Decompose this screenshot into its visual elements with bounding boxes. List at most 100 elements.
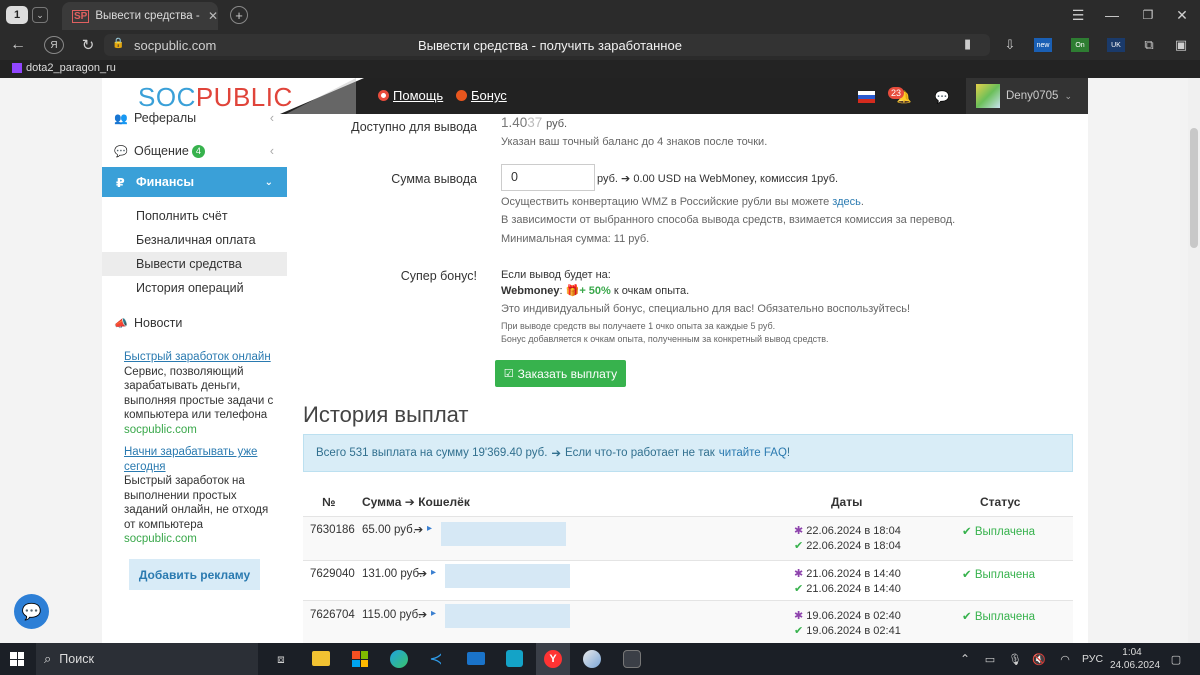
sidebar-sub-history[interactable]: История операций <box>136 276 244 300</box>
minimize-icon[interactable]: — <box>1102 6 1122 24</box>
bookmark-item[interactable]: dota2_paragon_ru <box>12 62 116 74</box>
promo2-title[interactable]: Начни зарабатывать уже сегодня <box>124 445 274 474</box>
battery-icon[interactable]: ▭ <box>982 651 998 667</box>
sum-conversion: руб. ➔ 0.00 USD на WebMoney, комиссия 1р… <box>597 172 838 185</box>
yandex-icon[interactable]: Я <box>44 36 64 54</box>
history-faq-link[interactable]: читайте FAQ! <box>719 447 790 459</box>
bonus-small-1: При выводе средств вы получаете 1 очко о… <box>501 321 776 331</box>
address-bar[interactable]: 🔒 socpublic.com Вывести средства - получ… <box>104 34 990 56</box>
extension-box-icon[interactable]: ▣ <box>1172 36 1190 54</box>
extension-on-icon[interactable]: On <box>1071 38 1089 52</box>
clock[interactable]: 1:04 24.06.2024 <box>1110 646 1160 672</box>
row-arrow-icon: ➔ <box>418 609 428 621</box>
chat-bubble-icon[interactable]: 💬 <box>934 89 950 105</box>
sidebar-sub-deposit[interactable]: Пополнить счёт <box>136 204 228 228</box>
finance-label: Финансы <box>136 175 195 189</box>
mail-icon[interactable] <box>467 652 485 665</box>
windows-start-icon[interactable] <box>10 652 24 666</box>
windows-taskbar: ⌕ Поиск ⧈ ≺ Y ⌃ ▭ 🎙 🔇 ◠ РУС 1:04 24.06.2… <box>0 643 1200 675</box>
scrollbar-thumb[interactable] <box>1190 128 1198 248</box>
search-label: Поиск <box>59 652 94 666</box>
history-title: История выплат <box>303 402 469 427</box>
extension-uk-icon[interactable]: UK <box>1107 38 1125 52</box>
help-link[interactable]: Помощь <box>378 88 443 103</box>
tab-counter[interactable]: 1 <box>6 6 28 24</box>
note-convert-link[interactable]: здесь <box>832 196 861 208</box>
app-icon[interactable] <box>506 650 523 667</box>
promo1-title[interactable]: Быстрый заработок онлайн <box>124 350 274 365</box>
vscode-icon[interactable]: ≺ <box>427 650 445 668</box>
user-menu[interactable]: Deny0705 ⌄ <box>966 78 1088 114</box>
sidebar-item-finance[interactable]: ₽ Финансы ⌄ <box>102 167 287 197</box>
extension-puzzle-icon[interactable]: ⧉ <box>1140 36 1158 54</box>
col-header-sum: Сумма <box>362 495 402 509</box>
bonus-link[interactable]: Бонус <box>456 88 507 103</box>
volume-icon[interactable]: 🔇 <box>1032 651 1046 667</box>
promo1-site: socpublic.com <box>124 423 197 436</box>
asterisk-icon: ✱ <box>794 610 804 622</box>
edge-icon[interactable] <box>390 650 408 668</box>
row-status: ✔ Выплачена <box>962 609 1035 623</box>
bonus-label: Супер бонус! <box>400 269 477 283</box>
network-icon[interactable]: ◠ <box>1058 651 1072 667</box>
sidebar-item-chat[interactable]: 💬 Общение 4 ‹ <box>114 139 274 163</box>
active-tab[interactable]: SP Вывести средства - пол ✕ <box>62 2 218 30</box>
apple-icon <box>456 90 467 101</box>
faq-excl: ! <box>786 447 791 459</box>
user-chevron-icon: ⌄ <box>1064 90 1072 101</box>
tabs-menu-chevron-icon[interactable]: ⌄ <box>32 7 48 23</box>
russian-flag-icon[interactable] <box>858 91 875 103</box>
yandex-browser-icon[interactable]: Y <box>536 643 570 675</box>
restore-icon[interactable]: ❐ <box>1138 6 1158 24</box>
sub-withdraw-label: Вывести средства <box>136 257 242 271</box>
close-window-icon[interactable]: ✕ <box>1172 6 1192 24</box>
row-status-text: Выплачена <box>974 611 1035 623</box>
sidebar-item-referrals[interactable]: 👥 Рефералы ‹ <box>114 106 274 130</box>
col-header-arrow-icon: ➔ <box>404 495 415 509</box>
bookmark-icon[interactable]: ▮ <box>964 36 971 52</box>
paint-icon[interactable] <box>583 650 601 668</box>
task-view-icon[interactable]: ⧈ <box>272 651 290 667</box>
taskbar-search[interactable]: ⌕ Поиск <box>36 643 258 675</box>
extension-new-icon[interactable]: new <box>1034 38 1052 52</box>
downloads-icon[interactable]: ⇩ <box>1000 36 1020 54</box>
add-ad-button[interactable]: Добавить рекламу <box>129 559 260 590</box>
tab-counter-label: 1 <box>13 9 21 21</box>
davinci-icon[interactable] <box>623 650 641 668</box>
menu-icon[interactable]: ☰ <box>1068 6 1088 24</box>
tab-close-icon[interactable]: ✕ <box>208 9 218 23</box>
bonus-percent: + 50% <box>579 285 611 297</box>
sidebar-item-news[interactable]: 📣 Новости <box>114 311 182 335</box>
chat-chevron-icon: ‹ <box>269 144 274 158</box>
tray-chevron-icon[interactable]: ⌃ <box>958 651 972 667</box>
support-chat-button[interactable]: 💬 <box>14 594 49 629</box>
balance-main: 1.40 <box>501 115 528 130</box>
mic-icon[interactable]: 🎙 <box>1008 651 1022 667</box>
promo-block-2: Начни зарабатывать уже сегодня Быстрый з… <box>124 445 274 547</box>
language-indicator[interactable]: РУС <box>1082 653 1103 665</box>
referrals-chevron-icon: ‹ <box>269 111 274 125</box>
file-explorer-icon[interactable] <box>312 651 330 666</box>
sidebar-sub-cashless[interactable]: Безналичная оплата <box>136 228 256 252</box>
sidebar-sub-withdraw[interactable]: Вывести средства <box>102 252 287 276</box>
sub-deposit-label: Пополнить счёт <box>136 209 228 223</box>
sum-input[interactable]: 0 <box>501 164 595 191</box>
browser-nav-bar: ← Я ↻ 🔒 socpublic.com Вывести средства -… <box>0 30 1200 60</box>
reload-icon[interactable]: ↻ <box>78 36 98 54</box>
notifications-icon[interactable]: ▢ <box>1168 651 1184 667</box>
back-icon[interactable]: ← <box>8 36 28 54</box>
store-icon[interactable] <box>352 651 368 667</box>
check-square-icon: ☑ <box>503 368 514 380</box>
promo2-site: socpublic.com <box>124 533 197 545</box>
avatar <box>976 84 1000 108</box>
status-check-icon: ✔ <box>962 569 972 581</box>
row-num: 7629040 <box>310 568 355 580</box>
row-date-created: ✱ 22.06.2024 в 18:04 <box>794 524 901 537</box>
row-date1: 22.06.2024 в 18:04 <box>806 525 901 537</box>
row-num: 7626704 <box>310 609 355 621</box>
lifebuoy-icon <box>378 90 389 101</box>
table-row: 7629040 131.00 руб. ➔ ▸ ✱ 21.06.2024 в 1… <box>303 560 1073 600</box>
table-row: 7630186 65.00 руб. ➔ ▸ ✱ 22.06.2024 в 18… <box>303 516 1073 560</box>
new-tab-icon[interactable]: + <box>230 6 248 24</box>
order-payout-button[interactable]: ☑ Заказать выплату <box>495 360 626 387</box>
